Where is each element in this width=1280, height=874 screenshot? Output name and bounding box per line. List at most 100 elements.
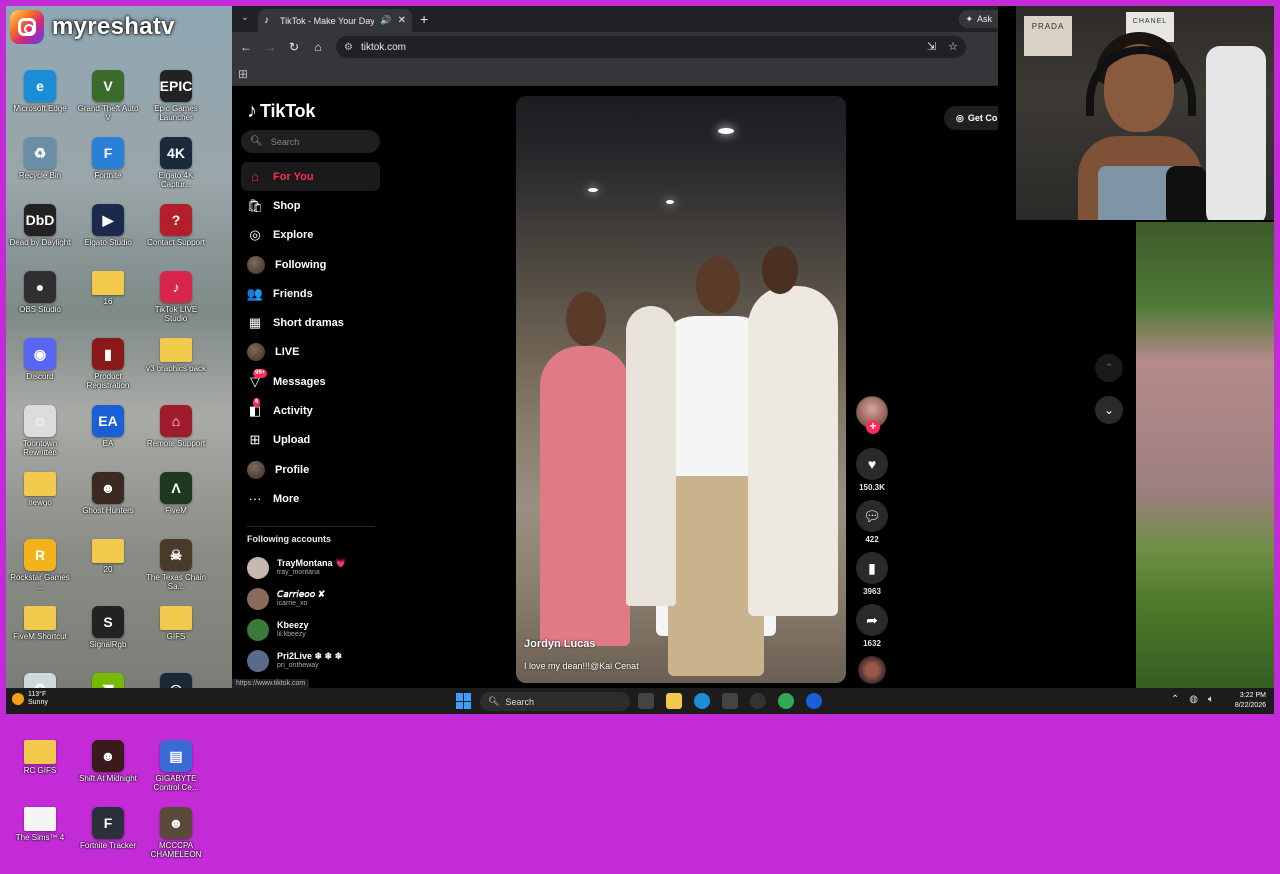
heart-icon[interactable]: ♥ — [856, 448, 888, 480]
desktop-icon[interactable]: newgo — [6, 472, 74, 539]
desktop-icon[interactable]: 16 — [74, 271, 142, 338]
sidebar-item-explore[interactable]: ◎ Explore — [241, 221, 380, 250]
site-info-icon[interactable]: ⚙ — [344, 42, 353, 53]
desktop-icon[interactable]: GIFS — [142, 606, 210, 673]
desktop-icon[interactable]: ☺ Toontown Rewritten — [6, 405, 74, 472]
desktop-icon[interactable]: Λ FiveM — [142, 472, 210, 539]
new-tab-button[interactable]: + — [420, 11, 428, 27]
back-button[interactable]: ← — [234, 40, 258, 54]
sidebar-item-following[interactable]: Following — [241, 250, 380, 279]
save-action[interactable]: ▮ 3963 — [856, 552, 888, 596]
desktop-icon[interactable]: ▶ Elgato Studio — [74, 204, 142, 271]
sidebar-item-live[interactable]: LIVE — [241, 338, 380, 367]
file-explorer-icon[interactable] — [666, 693, 682, 709]
desktop-icon[interactable]: EA EA — [74, 405, 142, 472]
address-bar[interactable]: ⚙ tiktok.com ⇲ ☆ — [336, 36, 966, 58]
comment-icon[interactable]: 💬︎ — [856, 500, 888, 532]
following-account[interactable]: Kbeezy lil.kbeezy — [247, 614, 387, 645]
desktop-icon[interactable]: EPIC Epic Games Launcher — [142, 70, 210, 137]
desktop-icon[interactable]: ☠ The Texas Chain Sa... — [142, 539, 210, 606]
desktop-icon[interactable]: ☻ Ghost Hunters — [74, 472, 142, 539]
desktop-icon[interactable]: ● OBS Studio — [6, 271, 74, 338]
search-box[interactable]: 🔍︎ — [241, 130, 380, 153]
desktop-icon[interactable]: DbD Dead by Daylight — [6, 204, 74, 271]
following-account[interactable]: 𝘊𝘢𝘳𝘳𝘪𝘦𝘰𝘰 ✘ icarrie_xo — [247, 583, 387, 614]
video-username[interactable]: Jordyn Lucas — [524, 638, 596, 650]
home-button[interactable]: ⌂ — [306, 40, 330, 54]
ea-icon[interactable] — [806, 693, 822, 709]
sidebar-item-messages[interactable]: ▽ 99+ Messages — [241, 367, 380, 396]
sidebar-item-profile[interactable]: Profile — [241, 455, 380, 484]
share-icon[interactable]: ➦ — [856, 604, 888, 636]
desktop-icon[interactable]: ♪ TikTok LIVE Studio — [142, 271, 210, 338]
like-action[interactable]: ♥ 150.3K — [856, 448, 888, 492]
tiktok-logo[interactable]: ♪ TikTok — [247, 100, 315, 123]
scroll-down-button[interactable]: ⌄ — [1095, 396, 1123, 424]
desktop-icon[interactable]: F Fortnite Tracker — [74, 807, 142, 874]
follow-plus-icon[interactable]: + — [866, 420, 880, 434]
video-player[interactable]: Jordyn Lucas I love my dean!!!@Kai Cenat — [516, 96, 846, 683]
desktop-icon[interactable]: S SignalRgb — [74, 606, 142, 673]
desktop-icon[interactable]: ⌂ Remote Support — [142, 405, 210, 472]
weather-widget[interactable]: 113°F Sunny — [12, 691, 48, 707]
sidebar-item-more[interactable]: ··· More — [241, 484, 380, 513]
desktop-icon[interactable]: ▤ GIGABYTE Control Ce... — [142, 740, 210, 807]
desktop-icon[interactable]: 4K Elgato 4K Captur... — [142, 137, 210, 204]
tab-search-icon[interactable]: ⌄ — [238, 12, 252, 26]
weather-condition: Sunny — [28, 699, 48, 706]
comment-action[interactable]: 💬︎ 422 — [856, 500, 888, 544]
desktop-icon[interactable]: V Grand Theft Auto V — [74, 70, 142, 137]
desktop-icon[interactable]: RC GIFS — [6, 740, 74, 807]
ask-gemini-button[interactable]: ✦ Ask — [959, 10, 998, 28]
audio-playing-icon[interactable]: 🔊 — [380, 15, 391, 26]
bookmark-icon[interactable]: ▮ — [856, 552, 888, 584]
chrome-icon[interactable] — [778, 693, 794, 709]
forward-button[interactable]: → — [258, 40, 282, 54]
desktop-icon[interactable]: ◉ Discord — [6, 338, 74, 405]
desktop-icon[interactable]: F Fortnite — [74, 137, 142, 204]
reload-button[interactable]: ↻ — [282, 40, 306, 54]
music-disc-icon[interactable] — [858, 656, 886, 684]
store-icon[interactable] — [722, 693, 738, 709]
close-tab-icon[interactable]: ✕ — [398, 15, 406, 26]
search-input[interactable] — [270, 136, 371, 147]
sidebar-item-for-you[interactable]: ⌂ For You — [241, 162, 380, 192]
sidebar-item-activity[interactable]: ◧ 6 Activity — [241, 396, 380, 425]
share-action[interactable]: ➦ 1632 — [856, 604, 888, 648]
sidebar-item-shop[interactable]: 🛍 Shop — [241, 191, 380, 220]
following-account[interactable]: TrayMontana 💗 tray_montana — [247, 552, 387, 583]
desktop-icon[interactable]: ☻ Shift At Midnight — [74, 740, 142, 807]
chevron-up-icon[interactable]: ⌃ — [1171, 694, 1179, 705]
sidebar-item-short-dramas[interactable]: ▦ Short dramas — [241, 308, 380, 337]
scroll-up-button[interactable]: ⌃ — [1095, 354, 1123, 382]
desktop-icon[interactable]: ☻ MCCCPA CHAMELEON — [142, 807, 210, 874]
desktop-icon[interactable]: ? Contact Support — [142, 204, 210, 271]
desktop-icon-label: Grand Theft Auto V — [77, 104, 139, 122]
taskbar-search[interactable]: 🔍︎ Search — [480, 692, 630, 711]
apps-grid-icon[interactable]: ⊞ — [238, 67, 248, 81]
start-button[interactable] — [456, 693, 472, 709]
desktop-icon[interactable]: ♻ Recycle Bin — [6, 137, 74, 204]
obs-icon[interactable] — [750, 693, 766, 709]
task-view-icon[interactable] — [638, 693, 654, 709]
desktop-icon[interactable]: FiveM Shortcut — [6, 606, 74, 673]
tab-tiktok[interactable]: ♪ TikTok - Make Your Day 🔊 ✕ — [258, 9, 412, 32]
install-app-icon[interactable]: ⇲ — [927, 40, 936, 53]
sidebar-item-friends[interactable]: 👥 Friends — [241, 279, 380, 308]
sidebar-item-upload[interactable]: ⊞ Upload — [241, 426, 380, 455]
desktop-icon[interactable]: 20 — [74, 539, 142, 606]
network-icon[interactable]: ◍ — [1189, 694, 1198, 705]
desktop-icon[interactable]: R Rockstar Games ... — [6, 539, 74, 606]
following-account[interactable]: Pri2Live ❄ ❄ ❄ pri_ontheway — [247, 645, 387, 676]
instagram-overlay: myreshatv — [10, 10, 175, 44]
edge-icon[interactable] — [694, 693, 710, 709]
desktop-icon-label: Toontown Rewritten — [22, 439, 58, 457]
clock[interactable]: 3:22 PM 8/22/2026 — [1235, 691, 1266, 711]
bookmark-star-icon[interactable]: ☆ — [948, 40, 958, 53]
desktop-icon[interactable]: The Sims™ 4 — [6, 807, 74, 874]
get-coins-button[interactable]: ◎ Get Co — [944, 106, 1004, 130]
desktop-icon[interactable]: ▮ Product Registration — [74, 338, 142, 405]
volume-icon[interactable]: 🔈︎ — [1208, 694, 1214, 705]
desktop-icon[interactable]: v3 graphics pack — [142, 338, 210, 405]
desktop-icon[interactable]: e Microsoft Edge — [6, 70, 74, 137]
